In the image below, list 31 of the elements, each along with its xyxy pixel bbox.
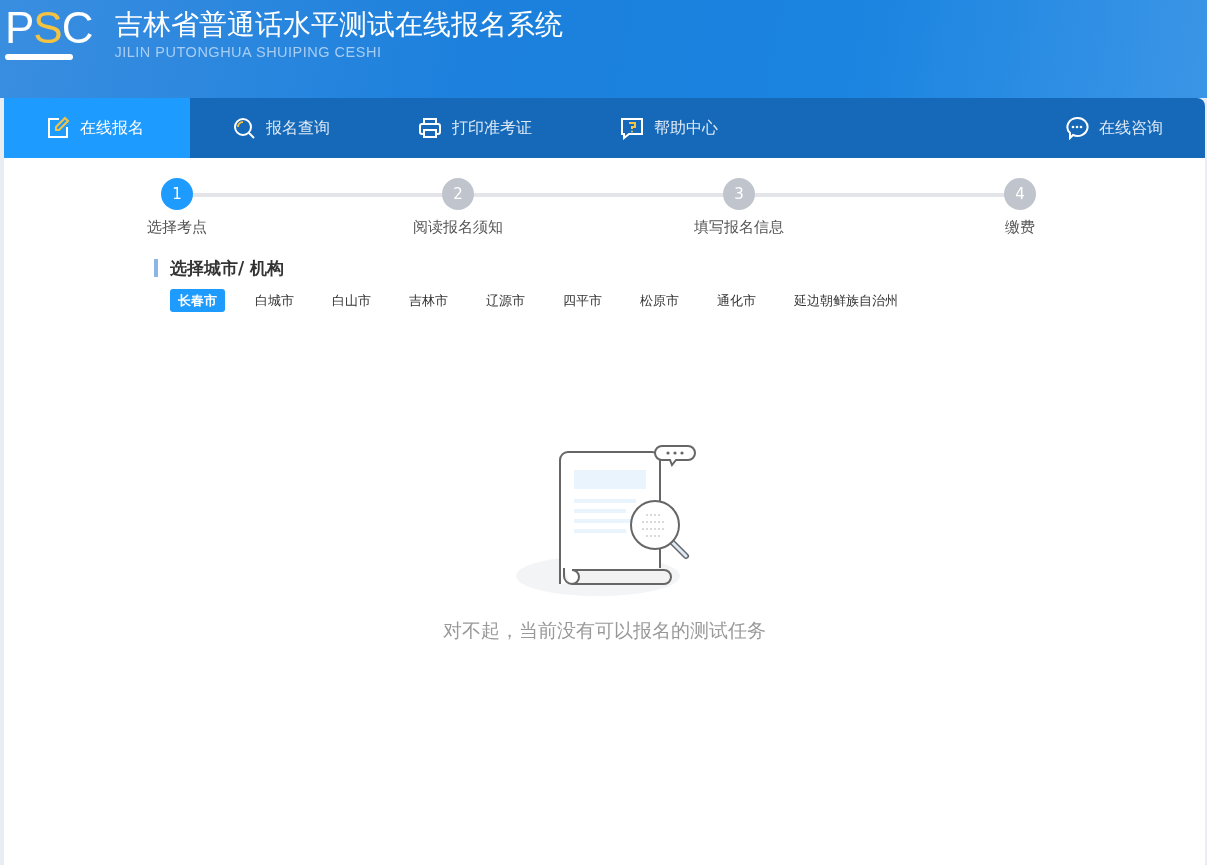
- chat-icon: [1065, 116, 1089, 140]
- nav-tab[interactable]: 帮助中心: [578, 98, 764, 158]
- city-tab[interactable]: 通化市: [709, 288, 764, 312]
- nav-tab[interactable]: 打印准考证: [376, 98, 578, 158]
- city-tab[interactable]: 辽源市: [478, 288, 533, 312]
- logo-text: PSC: [5, 6, 93, 50]
- help-icon: [620, 116, 644, 140]
- edit-icon: [46, 116, 70, 140]
- site-subtitle: JILIN PUTONGHUA SHUIPING CESHI: [114, 43, 383, 62]
- section-title: 选择城市/ 机构: [154, 258, 1205, 277]
- step-label: 填写报名信息: [694, 217, 784, 238]
- search-icon: [232, 116, 256, 140]
- step-label: 缴费: [1005, 217, 1035, 238]
- city-tab[interactable]: 白山市: [324, 288, 379, 312]
- city-tab[interactable]: 四平市: [555, 288, 610, 312]
- step-label: 阅读报名须知: [413, 217, 503, 238]
- logo-bar: [5, 54, 73, 60]
- consult-link[interactable]: 在线咨询: [1023, 98, 1205, 158]
- nav-tab[interactable]: 报名查询: [190, 98, 376, 158]
- city-tab[interactable]: 延边朝鲜族自治州: [786, 288, 906, 312]
- step-circle: 4: [1004, 178, 1036, 210]
- step-circle: 2: [442, 178, 474, 210]
- printer-icon: [418, 116, 442, 140]
- step-circle: 1: [161, 178, 193, 210]
- site-title: 吉林省普通话水平测试在线报名系统: [114, 8, 563, 42]
- city-tab[interactable]: 吉林市: [401, 288, 456, 312]
- step-label: 选择考点: [147, 217, 207, 238]
- empty-message: 对不起，当前没有可以报名的测试任务: [443, 618, 766, 643]
- city-tab[interactable]: 白城市: [247, 288, 302, 312]
- city-tab[interactable]: 松原市: [632, 288, 687, 312]
- step-circle: 3: [723, 178, 755, 210]
